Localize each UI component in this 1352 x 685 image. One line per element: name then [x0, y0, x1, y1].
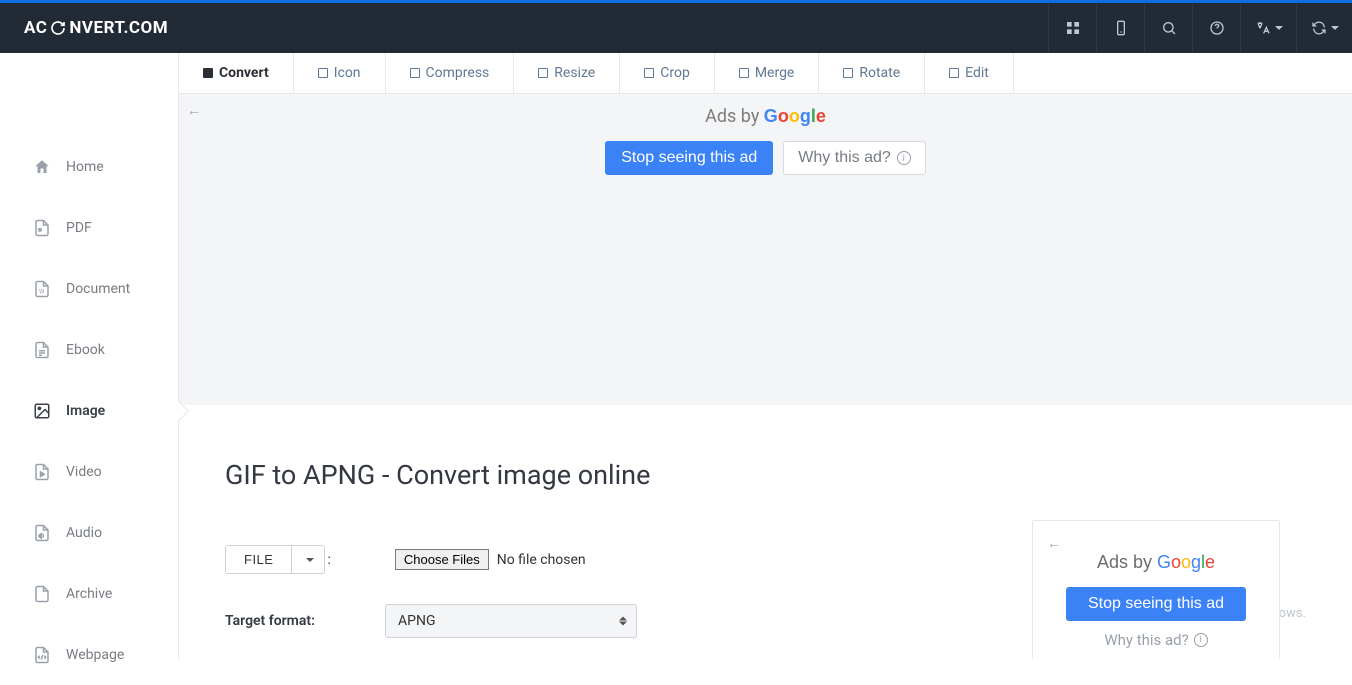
sidebar: Home PDF W Document Ebook Image Video Au…	[0, 53, 178, 659]
caret-down-icon	[1331, 26, 1339, 30]
audio-icon	[32, 523, 52, 543]
caret-down-icon	[1275, 26, 1283, 30]
ad-heading: Ads by Google	[179, 106, 1352, 127]
tab-label: Rotate	[859, 65, 900, 81]
sidebar-item-audio[interactable]: Audio	[0, 502, 178, 563]
svg-text:W: W	[39, 288, 45, 295]
tab-merge[interactable]: Merge	[715, 53, 820, 93]
tab-label: Compress	[426, 65, 490, 81]
tab-crop[interactable]: Crop	[620, 53, 715, 93]
target-format-label: Target format:	[225, 613, 385, 629]
ebook-icon	[32, 340, 52, 360]
tab-label: Convert	[219, 65, 269, 81]
ad-heading-prefix: Ads by	[705, 106, 764, 127]
info-icon: i	[897, 151, 911, 165]
side-ad: ← Ads by Google Stop seeing this ad Why …	[1032, 520, 1280, 659]
why-ad-link[interactable]: Why this ad? i	[1047, 631, 1265, 649]
image-icon	[32, 401, 52, 421]
pdf-icon	[32, 218, 52, 238]
stop-ad-button[interactable]: Stop seeing this ad	[605, 141, 773, 175]
sidebar-item-label: PDF	[66, 220, 92, 236]
header-actions	[1048, 3, 1352, 53]
sidebar-item-video[interactable]: Video	[0, 441, 178, 502]
target-format-select[interactable]: APNG	[385, 604, 637, 638]
caret-down-icon	[306, 558, 314, 562]
tab-resize[interactable]: Resize	[514, 53, 620, 93]
tab-label: Merge	[755, 65, 795, 81]
tab-edit[interactable]: Edit	[925, 53, 1014, 93]
ad-heading-prefix: Ads by	[1097, 552, 1157, 572]
tab-label: Resize	[554, 65, 595, 81]
sidebar-item-label: Home	[66, 159, 104, 175]
translate-icon[interactable]	[1240, 3, 1296, 53]
google-logo-text: Google	[764, 106, 826, 126]
ad-heading: Ads by Google	[1047, 552, 1265, 573]
home-icon	[32, 157, 52, 177]
file-source-button[interactable]: FILE	[225, 545, 291, 574]
sidebar-item-image[interactable]: Image	[0, 380, 178, 441]
page-title: GIF to APNG - Convert image online	[225, 459, 1306, 491]
search-icon[interactable]	[1144, 3, 1192, 53]
sidebar-item-label: Audio	[66, 525, 102, 541]
square-icon	[318, 68, 328, 78]
sidebar-item-label: Document	[66, 281, 130, 297]
why-ad-label: Why this ad?	[798, 149, 890, 167]
site-logo[interactable]: AC NVERT.COM	[24, 18, 168, 38]
square-icon	[739, 68, 749, 78]
logo-text-left: AC	[24, 18, 47, 38]
ad-back-icon[interactable]: ←	[187, 102, 201, 119]
ad-back-icon[interactable]: ←	[1047, 535, 1265, 552]
sidebar-item-webpage[interactable]: Webpage	[0, 624, 178, 685]
sidebar-item-home[interactable]: Home	[0, 136, 178, 197]
sidebar-item-label: Webpage	[66, 647, 124, 663]
sidebar-item-label: Ebook	[66, 342, 105, 358]
header: AC NVERT.COM	[0, 3, 1352, 53]
file-source-dropdown[interactable]	[291, 545, 325, 574]
stop-ad-button[interactable]: Stop seeing this ad	[1066, 587, 1246, 621]
square-icon	[538, 68, 548, 78]
document-icon: W	[32, 279, 52, 299]
sidebar-item-pdf[interactable]: PDF	[0, 197, 178, 258]
video-icon	[32, 462, 52, 482]
webpage-icon	[32, 645, 52, 665]
square-icon	[949, 68, 959, 78]
sidebar-item-archive[interactable]: Archive	[0, 563, 178, 624]
main-content: Convert Icon Compress Resize Crop Merge …	[178, 53, 1352, 659]
sidebar-item-ebook[interactable]: Ebook	[0, 319, 178, 380]
tabs: Convert Icon Compress Resize Crop Merge …	[179, 53, 1352, 94]
tab-label: Icon	[334, 65, 361, 81]
tab-label: Edit	[965, 65, 989, 81]
refresh-icon	[49, 19, 67, 37]
ad-region: ← Ads by Google Stop seeing this ad Why …	[179, 94, 1352, 405]
help-icon[interactable]	[1192, 3, 1240, 53]
why-ad-button[interactable]: Why this ad? i	[783, 141, 925, 175]
google-logo-text: Google	[1157, 552, 1215, 572]
tab-label: Crop	[660, 65, 690, 81]
why-ad-label: Why this ad?	[1104, 631, 1188, 649]
mobile-icon[interactable]	[1096, 3, 1144, 53]
tab-rotate[interactable]: Rotate	[819, 53, 925, 93]
sidebar-item-label: Archive	[66, 586, 112, 602]
logo-text-right: NVERT.COM	[69, 18, 168, 38]
square-icon	[843, 68, 853, 78]
sync-icon[interactable]	[1296, 3, 1352, 53]
sidebar-item-document[interactable]: W Document	[0, 258, 178, 319]
tab-icon[interactable]: Icon	[294, 53, 386, 93]
choose-files-button[interactable]: Choose Files	[395, 549, 489, 570]
grid-icon[interactable]	[1048, 3, 1096, 53]
archive-icon	[32, 584, 52, 604]
square-icon	[203, 68, 213, 78]
colon-text: :	[327, 552, 330, 568]
tab-compress[interactable]: Compress	[386, 53, 515, 93]
no-file-label: No file chosen	[497, 552, 586, 568]
select-arrows-icon	[619, 617, 627, 626]
info-icon: i	[1194, 633, 1208, 647]
tab-convert[interactable]: Convert	[179, 53, 294, 93]
sidebar-item-label: Video	[66, 464, 102, 480]
sidebar-item-label: Image	[66, 403, 105, 419]
square-icon	[644, 68, 654, 78]
square-icon	[410, 68, 420, 78]
